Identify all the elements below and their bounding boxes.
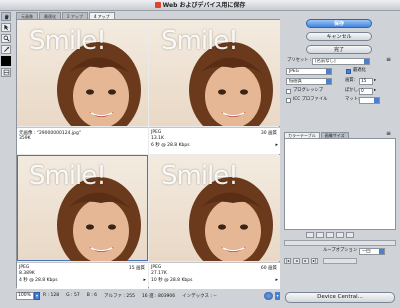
zoom-dropdown-icon[interactable]: ▾: [34, 291, 40, 300]
save-button[interactable]: 保存: [306, 19, 372, 28]
pane-info-line3: 4 秒 @ 28.8 Kbps: [19, 278, 58, 283]
tab-original[interactable]: 元画像: [16, 12, 38, 19]
blur-field[interactable]: 0: [359, 88, 373, 95]
smile-overlay-text: Smile!: [161, 161, 239, 191]
preview-image[interactable]: Smile!: [17, 20, 148, 126]
pixel-r-value: R : 128: [43, 293, 60, 298]
status-bar: 100% ▾ R : 128 G : 57 B : 6 アルファ : 255 1…: [16, 291, 280, 300]
tab-2-up[interactable]: 2 アップ: [62, 12, 88, 19]
matte-label: マット:: [345, 97, 360, 102]
pane-caption: JPEG 13.1K 6 秒 @ 28.8 Kbps 30 画質 ▸: [149, 127, 280, 154]
tab-4-up[interactable]: 4 アップ: [88, 12, 115, 19]
play-button[interactable]: ▸: [302, 258, 309, 264]
loop-options-label: ループオプション :: [323, 248, 360, 253]
next-frame-button[interactable]: ▸|: [311, 258, 318, 264]
preview-pane-original[interactable]: Smile! 元画像 : "29000000124.jpg" 359K: [17, 20, 148, 154]
optimized-label: 最適化: [353, 68, 366, 73]
toolbox: [1, 12, 11, 112]
blur-slider-arrow-icon[interactable]: ▸: [374, 88, 376, 94]
quality-slider-arrow-icon[interactable]: ▸: [374, 78, 376, 84]
pane-quality: 15 画質: [128, 266, 145, 271]
pixel-b-value: B : 6: [86, 293, 98, 298]
eyedropper-color-swatch[interactable]: [1, 56, 11, 66]
optimize-menu-icon[interactable]: ≡: [386, 57, 391, 63]
preview-in-browser-icon[interactable]: [264, 291, 273, 300]
first-frame-button[interactable]: |◂: [284, 258, 291, 264]
settings-panel: 保存 キャンセル 完了 プリセット : [名前なし] ≡ JPEG 最適化 低画…: [283, 12, 398, 306]
pane-info-line1: JPEG: [151, 130, 162, 135]
pixel-alpha-value: アルファ : 255: [104, 293, 135, 299]
trash-icon[interactable]: [346, 232, 354, 238]
frame-counter: [323, 258, 357, 264]
add-color-icon[interactable]: [336, 232, 344, 238]
pane-menu-arrow-icon[interactable]: ▸: [275, 277, 278, 283]
window-titlebar: Web およびデバイス用に保存: [0, 0, 400, 11]
optimized-checkbox[interactable]: [346, 69, 351, 74]
pane-info-line1: JPEG: [19, 265, 30, 270]
preset-select[interactable]: [名前なし]: [312, 58, 370, 65]
smile-overlay-text: Smile!: [29, 26, 107, 56]
pane-info-line2: 27.17K: [151, 271, 167, 276]
preview-pane-3-selected[interactable]: Smile! JPEG 8.389K 4 秒 @ 28.8 Kbps 15 画質…: [17, 155, 148, 289]
icc-profile-checkbox[interactable]: [286, 98, 291, 103]
pixel-index-value: インデックス : --: [182, 293, 217, 299]
pane-info-line2: 359K: [19, 136, 31, 141]
quality-field[interactable]: 15: [359, 78, 373, 85]
hand-tool-icon[interactable]: [1, 12, 11, 21]
pane-menu-arrow-icon[interactable]: ▸: [275, 142, 278, 148]
progressive-label: プログレッシブ: [293, 88, 324, 93]
loop-options-select[interactable]: 一回: [359, 248, 385, 255]
pane-quality: 60 画質: [260, 266, 277, 271]
format-select[interactable]: JPEG: [286, 68, 332, 75]
pane-quality: 30 画質: [260, 131, 277, 136]
quality-preset-select[interactable]: 低画質: [286, 78, 332, 85]
preview-image[interactable]: Smile!: [149, 155, 280, 261]
prev-frame-button[interactable]: ◂: [293, 258, 300, 264]
quality-label: 画質:: [345, 78, 356, 83]
tab-optimized[interactable]: 最適化: [39, 12, 61, 19]
preset-label: プリセット :: [287, 58, 312, 63]
toggle-slices-icon[interactable]: [1, 68, 11, 77]
web-shift-icon[interactable]: [316, 232, 324, 238]
color-table-menu-icon[interactable]: ≡: [386, 131, 391, 137]
preview-pane-4[interactable]: Smile! JPEG 27.17K 10 秒 @ 28.8 Kbps 60 画…: [149, 155, 280, 289]
pane-caption: JPEG 27.17K 10 秒 @ 28.8 Kbps 60 画質 ▸: [149, 262, 280, 289]
animation-frame-display: [284, 240, 396, 246]
smile-overlay-text: Smile!: [161, 26, 239, 56]
color-table[interactable]: [284, 138, 396, 230]
blur-label: ぼかし:: [345, 88, 360, 93]
cancel-button[interactable]: キャンセル: [306, 32, 372, 41]
preview-area: Smile! 元画像 : "29000000124.jpg" 359K Smil…: [16, 19, 280, 289]
color-table-toolbar: [306, 232, 356, 238]
device-central-button[interactable]: Device Central...: [285, 292, 395, 303]
pane-info-line3: 10 秒 @ 28.8 Kbps: [151, 278, 193, 283]
map-transparency-icon[interactable]: [306, 232, 314, 238]
app-icon: [154, 2, 161, 8]
preview-image[interactable]: Smile!: [17, 155, 148, 261]
eyedropper-icon[interactable]: [1, 45, 11, 54]
pane-info-line2: 13.1K: [151, 136, 164, 141]
pane-caption: 元画像 : "29000000124.jpg" 359K: [17, 127, 148, 154]
zoom-level-field[interactable]: 100%: [16, 291, 34, 300]
lock-color-icon[interactable]: [326, 232, 334, 238]
icc-profile-label: ICC プロファイル: [293, 97, 328, 102]
pixel-hex-value: 16 進 : 803906: [141, 293, 176, 299]
done-button[interactable]: 完了: [306, 45, 372, 54]
matte-select[interactable]: [359, 97, 380, 104]
pane-caption: JPEG 8.389K 4 秒 @ 28.8 Kbps 15 画質 ▸: [17, 262, 148, 289]
view-tabs: 元画像 最適化 2 アップ 4 アップ: [16, 12, 116, 19]
browser-dropdown-icon[interactable]: ▾: [275, 291, 280, 300]
slice-select-icon[interactable]: [1, 23, 11, 32]
pixel-g-value: G : 57: [66, 293, 80, 298]
pane-info-line2: 8.389K: [19, 271, 35, 276]
preview-pane-2[interactable]: Smile! JPEG 13.1K 6 秒 @ 28.8 Kbps 30 画質 …: [149, 20, 280, 154]
pane-menu-arrow-icon[interactable]: ▸: [143, 277, 146, 283]
smile-overlay-text: Smile!: [29, 161, 107, 191]
pane-info-line1: JPEG: [151, 265, 162, 270]
preview-image[interactable]: Smile!: [149, 20, 280, 126]
zoom-tool-icon[interactable]: [1, 34, 11, 43]
progressive-checkbox[interactable]: [286, 89, 291, 94]
pane-info-line3: 6 秒 @ 28.8 Kbps: [151, 143, 190, 148]
window-title: Web およびデバイス用に保存: [162, 2, 246, 9]
